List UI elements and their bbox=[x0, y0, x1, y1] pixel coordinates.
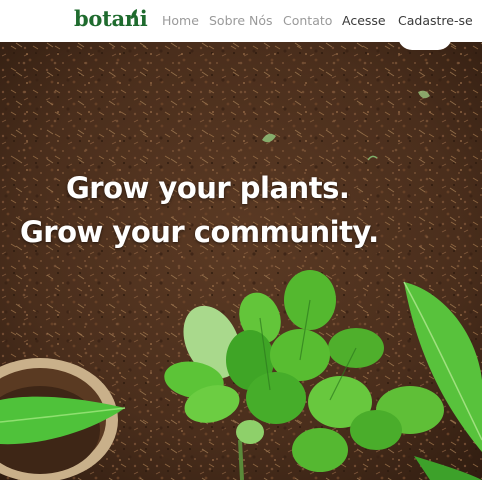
login-link[interactable]: Acesse bbox=[342, 13, 386, 28]
hero-section bbox=[0, 42, 482, 480]
nav-link-home[interactable]: Home bbox=[162, 13, 199, 28]
nav-link-about[interactable]: Sobre Nós bbox=[209, 13, 273, 28]
top-navbar: botani Home Sobre Nós Contato Acesse Cad… bbox=[0, 0, 482, 42]
hero-background-image bbox=[0, 42, 482, 480]
hero-headline-line-2: Grow your community. bbox=[20, 215, 379, 249]
nav-link-contact[interactable]: Contato bbox=[283, 13, 332, 28]
hero-headline-line-1: Grow your plants. bbox=[66, 171, 350, 205]
leaf-icon bbox=[131, 9, 137, 19]
signup-link[interactable]: Cadastre-se bbox=[398, 13, 473, 28]
